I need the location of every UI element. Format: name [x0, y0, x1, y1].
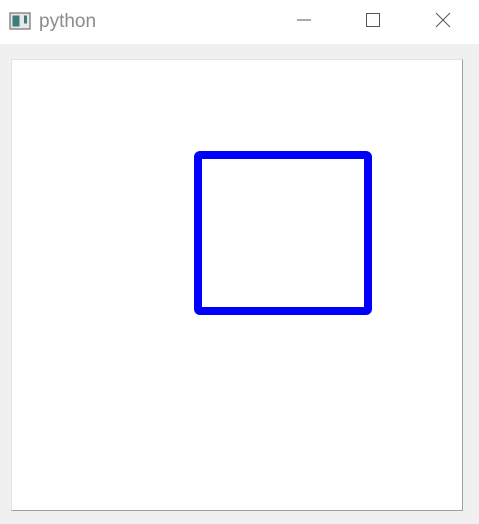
title-bar[interactable]: python: [0, 0, 479, 44]
drawing-canvas[interactable]: [11, 59, 463, 511]
python-window-icon: [9, 12, 31, 30]
blue-square: [194, 151, 372, 315]
window-title: python: [39, 11, 97, 32]
minimize-icon: [296, 12, 312, 33]
window-client-area: [0, 44, 479, 524]
close-icon: [434, 11, 452, 34]
minimize-button[interactable]: [275, 0, 333, 44]
maximize-button[interactable]: [344, 0, 402, 44]
maximize-icon: [365, 12, 381, 33]
close-button[interactable]: [414, 0, 472, 44]
canvas-drawing: [194, 151, 372, 315]
